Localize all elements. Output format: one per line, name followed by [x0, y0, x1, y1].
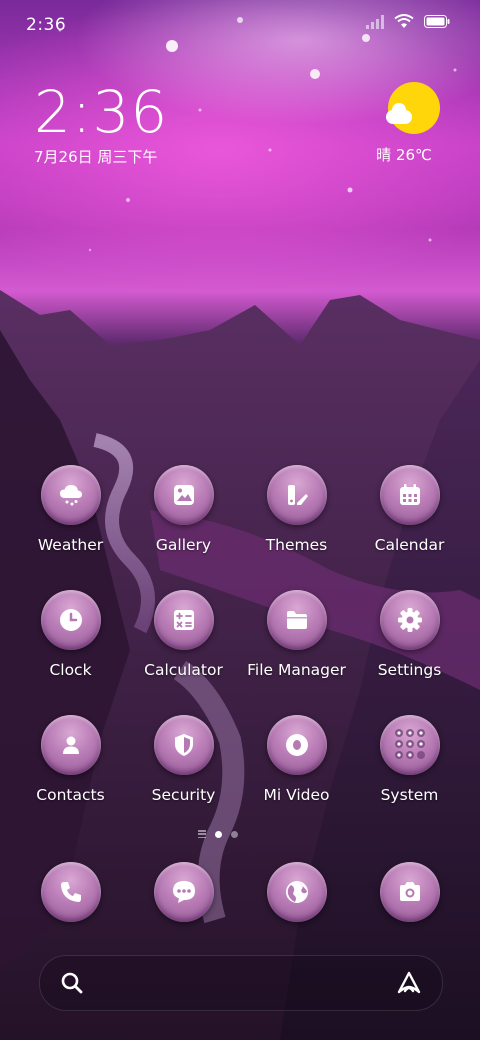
wifi-icon: [394, 14, 414, 28]
app-label: System: [380, 786, 439, 804]
app-label: Gallery: [155, 536, 212, 554]
app-weather[interactable]: Weather: [14, 465, 127, 570]
contact-icon: [40, 715, 101, 775]
dock-browser[interactable]: [240, 862, 353, 924]
dock-phone[interactable]: [14, 862, 127, 924]
app-system-folder[interactable]: System: [353, 715, 466, 820]
clock-widget-date: 7月26日 周三下午: [34, 148, 158, 166]
app-folder-icon: [379, 715, 440, 775]
signal-icon: [366, 14, 384, 29]
dock-messages[interactable]: [127, 862, 240, 924]
app-label: File Manager: [247, 661, 346, 679]
app-label: Clock: [49, 661, 92, 679]
phone-icon: [40, 862, 101, 922]
app-label: Contacts: [36, 786, 105, 804]
app-label: Weather: [37, 536, 104, 554]
app-label: Calculator: [144, 661, 223, 679]
browser-icon: [266, 862, 327, 922]
weather-icon: [40, 465, 101, 525]
page-indicator-menu-icon: [198, 830, 206, 838]
calendar-icon: [379, 465, 440, 525]
status-time: 2:36: [26, 15, 67, 35]
themes-icon: [266, 465, 327, 525]
app-settings[interactable]: Settings: [353, 590, 466, 695]
weather-widget-text: 晴 26℃: [376, 146, 432, 164]
app-label: Security: [151, 786, 216, 804]
app-grid: Weather Gallery Themes Calendar Clock Ca…: [14, 465, 466, 820]
dock-camera[interactable]: [353, 862, 466, 924]
app-file-manager[interactable]: File Manager: [240, 590, 353, 695]
clock-widget-time: 2:36: [34, 78, 169, 146]
app-mi-video[interactable]: Mi Video: [240, 715, 353, 820]
status-icons: [366, 14, 450, 29]
app-label: Themes: [265, 536, 328, 554]
weather-widget[interactable]: 晴 26℃: [376, 82, 444, 165]
video-icon: [266, 715, 327, 775]
camera-icon: [379, 862, 440, 922]
messages-icon: [153, 862, 214, 922]
app-gallery[interactable]: Gallery: [127, 465, 240, 570]
dock: [14, 862, 466, 924]
gear-icon: [379, 590, 440, 650]
app-label: Mi Video: [263, 786, 330, 804]
page-indicator[interactable]: [198, 830, 238, 838]
app-security[interactable]: Security: [127, 715, 240, 820]
shield-icon: [153, 715, 214, 775]
voice-assistant-icon[interactable]: [396, 971, 422, 999]
app-themes[interactable]: Themes: [240, 465, 353, 570]
gallery-icon: [153, 465, 214, 525]
battery-icon: [424, 15, 450, 28]
folder-icon: [266, 590, 327, 650]
calculator-icon: [153, 590, 214, 650]
app-contacts[interactable]: Contacts: [14, 715, 127, 820]
app-calendar[interactable]: Calendar: [353, 465, 466, 570]
page-dot: [231, 830, 238, 838]
app-label: Calendar: [374, 536, 445, 554]
search-icon[interactable]: [60, 971, 84, 999]
app-label: Settings: [377, 661, 442, 679]
clock-widget[interactable]: 2:36 7月26日 周三下午: [34, 80, 168, 167]
app-calculator[interactable]: Calculator: [127, 590, 240, 695]
app-clock[interactable]: Clock: [14, 590, 127, 695]
search-bar[interactable]: [39, 955, 443, 1011]
sunny-cloud-icon: [386, 82, 440, 134]
clock-icon: [40, 590, 101, 650]
status-bar: 2:36: [0, 0, 480, 50]
page-dot-active: [215, 830, 222, 838]
